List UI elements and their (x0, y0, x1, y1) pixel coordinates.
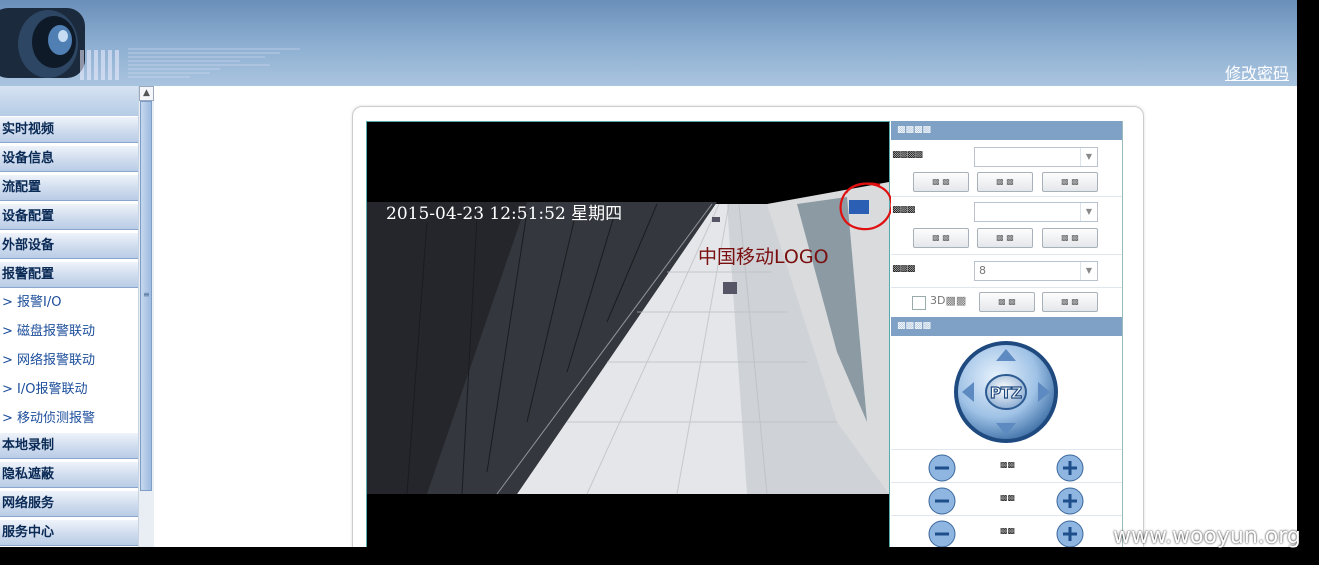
sidebar-item-alarm-config[interactable]: 报警配置 (0, 262, 138, 288)
row2-select[interactable]: ▼ (974, 202, 1098, 222)
divider (891, 254, 1122, 255)
3d-checkbox-label: 3D▩▩ (930, 294, 967, 307)
sidebar-item-device-info[interactable]: 设备信息 (0, 146, 138, 172)
row2-button-2[interactable]: ▩ ▩ (977, 228, 1033, 248)
minus-icon[interactable] (928, 454, 956, 482)
row1-button-1[interactable]: ▩ ▩ (913, 172, 969, 192)
zoom-row-2: ▩▩ (891, 482, 1122, 516)
sidebar-item-live-video[interactable]: 实时视频 (0, 117, 138, 143)
chevron-down-icon: ▼ (1080, 148, 1097, 166)
zoom-row-1: ▩▩ (891, 449, 1122, 483)
row4-button-2[interactable]: ▩ ▩ (1042, 292, 1098, 312)
sidebar-scrollbar[interactable]: ▲ ≡ (138, 86, 154, 547)
row3-label: ▩▩▩ (892, 264, 915, 274)
zoom-label: ▩▩ (1000, 493, 1016, 502)
decorative-text-lines (80, 48, 300, 80)
sidebar: 实时视频 设备信息 流配置 设备配置 外部设备 报警配置 > 报警I/O > 磁… (0, 86, 155, 547)
divider (891, 287, 1122, 288)
minus-icon[interactable] (928, 487, 956, 515)
sidebar-subitem-network-alarm[interactable]: > 网络报警联动 (0, 346, 138, 375)
row1-button-2[interactable]: ▩ ▩ (977, 172, 1033, 192)
3d-checkbox[interactable] (912, 296, 926, 310)
annotation-circle-icon (839, 182, 893, 231)
sidebar-item-external-device[interactable]: 外部设备 (0, 233, 138, 259)
logo-annotation: 中国移动LOGO (698, 246, 829, 268)
scroll-thumb[interactable]: ≡ (140, 101, 152, 491)
plus-icon[interactable] (1056, 454, 1084, 482)
row2-label: ▩▩▩ (892, 205, 915, 215)
grip-icon: ≡ (143, 290, 150, 299)
row2-button-3[interactable]: ▩ ▩ (1042, 228, 1098, 248)
change-password-link[interactable]: 修改密码 (1225, 60, 1289, 84)
row2-button-1[interactable]: ▩ ▩ (913, 228, 969, 248)
watermark: www.wooyun.org (1113, 524, 1301, 549)
sidebar-header (0, 86, 138, 116)
zoom-row-3: ▩▩ (891, 515, 1122, 547)
ptz-label: PTZ (990, 384, 1022, 402)
minus-icon[interactable] (928, 520, 956, 547)
zoom-label: ▩▩ (1000, 526, 1016, 535)
chevron-down-icon: ▼ (1080, 203, 1097, 221)
plus-icon[interactable] (1056, 487, 1084, 515)
section-header-2: ▩▩▩▩ (891, 317, 1122, 336)
sidebar-item-network-service[interactable]: 网络服务 (0, 491, 138, 517)
sidebar-subitem-motion-alarm[interactable]: > 移动侦测报警 (0, 404, 138, 433)
header-banner: 修改密码 (0, 0, 1297, 86)
zoom-label: ▩▩ (1000, 460, 1016, 469)
chevron-down-icon: ▼ (1080, 262, 1097, 280)
sidebar-subitem-alarm-io[interactable]: > 报警I/O (0, 288, 138, 317)
scroll-up-icon[interactable]: ▲ (139, 86, 154, 101)
row1-button-3[interactable]: ▩ ▩ (1042, 172, 1098, 192)
sidebar-item-stream-config[interactable]: 流配置 (0, 175, 138, 201)
sidebar-item-local-record[interactable]: 本地录制 (0, 433, 138, 459)
video-frame-image (367, 122, 889, 547)
row3-select[interactable]: 8 ▼ (974, 261, 1098, 281)
app-window: 修改密码 实时视频 设备信息 流配置 设备配置 外部设备 报警配置 > 报警I/… (0, 0, 1297, 547)
divider (891, 196, 1122, 197)
sidebar-subitem-disk-alarm[interactable]: > 磁盘报警联动 (0, 317, 138, 346)
sidebar-menu: 实时视频 设备信息 流配置 设备配置 外部设备 报警配置 > 报警I/O > 磁… (0, 117, 138, 547)
plus-icon[interactable] (1056, 520, 1084, 547)
ptz-joystick[interactable]: PTZ (952, 339, 1060, 445)
sidebar-item-device-config[interactable]: 设备配置 (0, 204, 138, 230)
video-timestamp: 2015-04-23 12:51:52 星期四 (386, 204, 623, 224)
row1-label: ▩▩▩▩ (892, 150, 923, 160)
sidebar-item-service-center[interactable]: 服务中心 (0, 520, 138, 546)
sidebar-item-privacy-mask[interactable]: 隐私遮蔽 (0, 462, 138, 488)
video-view[interactable] (366, 121, 890, 547)
sidebar-subitem-io-alarm[interactable]: > I/O报警联动 (0, 375, 138, 404)
row3-select-value: 8 (979, 264, 986, 277)
section-header-1: ▩▩▩▩ (891, 121, 1122, 140)
row4-button-1[interactable]: ▩ ▩ (979, 292, 1035, 312)
row1-select[interactable]: ▼ (974, 147, 1098, 167)
